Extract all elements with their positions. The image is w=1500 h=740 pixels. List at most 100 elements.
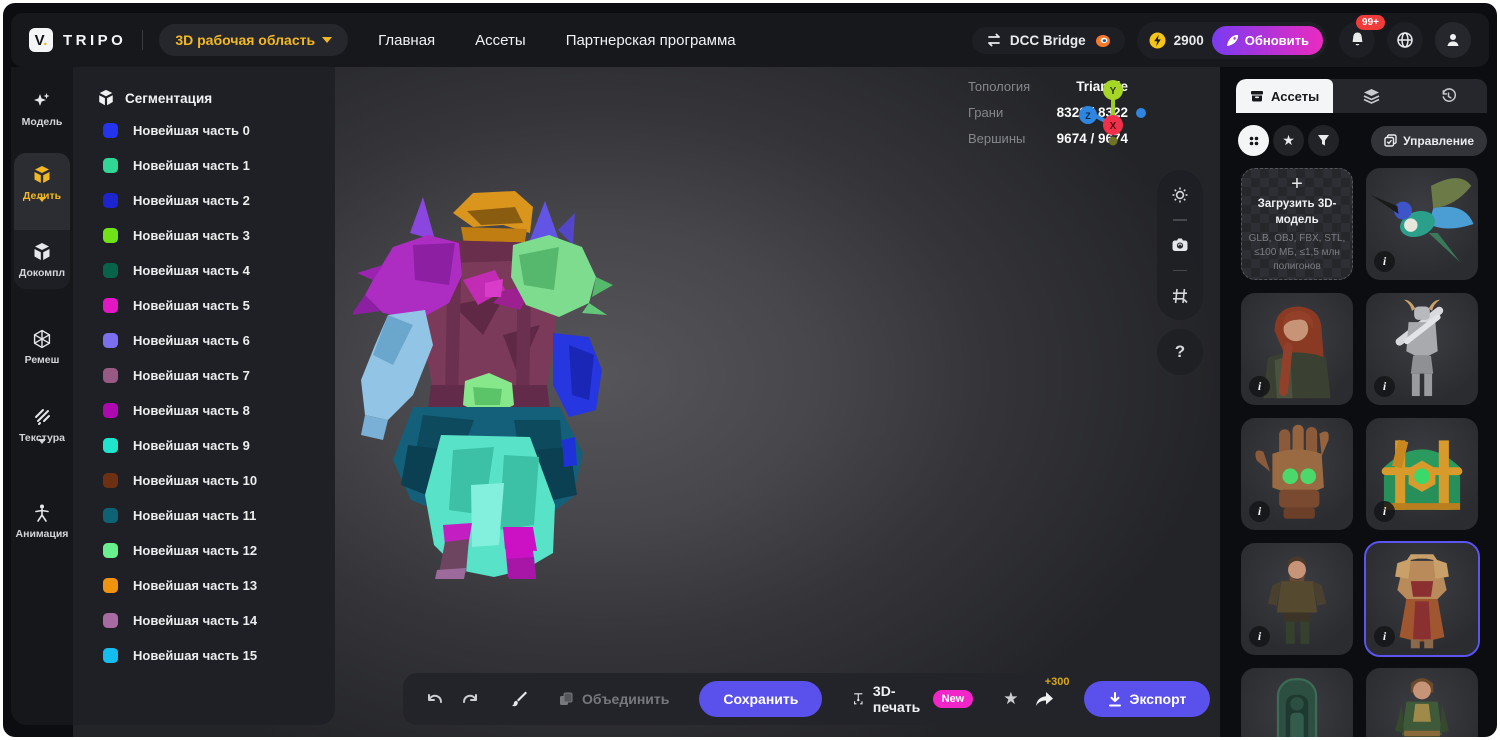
segment-label: Новейшая часть 0 xyxy=(133,123,250,138)
credits-pill[interactable]: 2900 Обновить xyxy=(1137,22,1327,59)
dcc-bridge-label: DCC Bridge xyxy=(1010,33,1086,48)
segment-color-swatch xyxy=(103,123,118,138)
rocket-icon xyxy=(1226,34,1239,47)
dcc-bridge-button[interactable]: DCC Bridge xyxy=(972,27,1125,54)
3d-printer-icon xyxy=(852,690,865,708)
toolbar-divider xyxy=(1173,219,1187,221)
favorites-filter-button[interactable]: ★ xyxy=(1273,125,1304,156)
manage-button[interactable]: Управление xyxy=(1371,126,1487,156)
upgrade-button[interactable]: Обновить xyxy=(1212,26,1323,55)
asset-card-armor-set[interactable]: i xyxy=(1366,543,1478,655)
nav-item-assets[interactable]: Ассеты xyxy=(475,32,526,49)
segmented-armor-model[interactable] xyxy=(353,187,618,582)
segment-item[interactable]: Новейшая часть 3 xyxy=(73,218,335,253)
tab-assets[interactable]: Ассеты xyxy=(1236,79,1333,113)
segment-item[interactable]: Новейшая часть 5 xyxy=(73,288,335,323)
info-badge[interactable]: i xyxy=(1249,501,1270,522)
info-badge[interactable]: i xyxy=(1249,376,1270,397)
tripo-app: Топология Triangle Грани 8322 / 8322 Вер… xyxy=(3,3,1497,737)
filter-button[interactable] xyxy=(1308,125,1339,156)
gizmo-x-label: X xyxy=(1110,121,1117,132)
segment-item[interactable]: Новейшая часть 2 xyxy=(73,183,335,218)
undo-icon[interactable] xyxy=(425,690,445,708)
sidebar-item-remesh[interactable]: Ремеш xyxy=(11,329,73,366)
merge-icon xyxy=(558,691,574,707)
segment-item[interactable]: Новейшая часть 0 xyxy=(73,113,335,148)
nav-item-home[interactable]: Главная xyxy=(378,32,435,49)
tab-history[interactable] xyxy=(1410,79,1487,113)
environment-light-icon[interactable] xyxy=(1171,186,1189,204)
elf-warrior-thumbnail xyxy=(1366,668,1478,737)
asset-card-knight[interactable]: i xyxy=(1366,293,1478,405)
blender-icon xyxy=(1094,33,1111,48)
stat-label: Вершины xyxy=(968,131,1025,146)
3d-print-button[interactable]: 3D-печать New xyxy=(852,683,973,715)
segment-item[interactable]: Новейшая часть 12 xyxy=(73,533,335,568)
merge-button[interactable]: Объединить xyxy=(558,691,669,707)
sidebar-item-segment[interactable]: Делить xyxy=(14,153,70,230)
language-globe-button[interactable] xyxy=(1387,22,1423,58)
asset-card-elf-archer[interactable]: i xyxy=(1241,293,1353,405)
swap-arrows-icon xyxy=(986,33,1002,47)
asset-card-gauntlet[interactable]: i xyxy=(1241,418,1353,530)
workspace-selector[interactable]: 3D рабочая область xyxy=(159,24,348,56)
share-button[interactable]: +300 xyxy=(1034,691,1054,708)
segment-item[interactable]: Новейшая часть 4 xyxy=(73,253,335,288)
export-button[interactable]: Экспорт xyxy=(1084,681,1211,717)
asset-card-bronze-statue[interactable]: i xyxy=(1241,668,1353,737)
segment-item[interactable]: Новейшая часть 11 xyxy=(73,498,335,533)
asset-card-elf-warrior[interactable]: i xyxy=(1366,668,1478,737)
sidebar-item-model[interactable]: Модель xyxy=(11,91,73,128)
segment-color-swatch xyxy=(103,543,118,558)
info-badge[interactable]: i xyxy=(1374,376,1395,397)
help-button[interactable]: ? xyxy=(1157,329,1203,375)
asset-card-dwarf-warrior[interactable]: i xyxy=(1241,543,1353,655)
segment-item[interactable]: Новейшая часть 7 xyxy=(73,358,335,393)
tab-layers[interactable] xyxy=(1333,79,1410,113)
segment-item[interactable]: Новейшая часть 9 xyxy=(73,428,335,463)
save-button[interactable]: Сохранить xyxy=(699,681,822,717)
asset-card-treasure-chest[interactable]: i xyxy=(1366,418,1478,530)
upload-model-card[interactable]: + Загрузить 3D-модель GLB, OBJ, FBX, STL… xyxy=(1241,168,1353,280)
cube-icon xyxy=(32,242,52,262)
segment-item[interactable]: Новейшая часть 6 xyxy=(73,323,335,358)
redo-icon[interactable] xyxy=(460,690,480,708)
segment-item[interactable]: Новейшая часть 14 xyxy=(73,603,335,638)
tripo-logo-icon: V. xyxy=(29,28,53,52)
segment-item[interactable]: Новейшая часть 1 xyxy=(73,148,335,183)
tripo-logo[interactable]: V. TRIPO xyxy=(29,28,126,52)
globe-icon xyxy=(1396,31,1414,49)
info-badge[interactable]: i xyxy=(1374,626,1395,647)
info-badge[interactable]: i xyxy=(1249,626,1270,647)
info-badge[interactable]: i xyxy=(1374,501,1395,522)
sidebar-item-texture[interactable]: Текстура xyxy=(11,407,73,462)
manage-icon xyxy=(1384,134,1397,147)
sidebar-item-animation[interactable]: Анимация xyxy=(11,503,73,540)
camera-icon[interactable] xyxy=(1171,236,1189,254)
nav-item-affiliate[interactable]: Партнерская программа xyxy=(566,32,736,49)
segment-label: Новейшая часть 8 xyxy=(133,403,250,418)
header-actions: DCC Bridge 2900 xyxy=(972,22,1471,59)
stat-label: Грани xyxy=(968,105,1003,120)
chevron-down-icon xyxy=(38,197,46,219)
segmentation-panel: Сегментация Новейшая часть 0 Новейшая ча… xyxy=(73,67,335,725)
axis-gizmo[interactable]: Y Z X xyxy=(1078,75,1158,155)
grid-view-button[interactable] xyxy=(1238,125,1269,156)
info-badge[interactable]: i xyxy=(1374,251,1395,272)
segment-item[interactable]: Новейшая часть 10 xyxy=(73,463,335,498)
user-avatar[interactable] xyxy=(1435,22,1471,58)
notifications-button[interactable]: 99+ xyxy=(1339,22,1375,58)
segment-item[interactable]: Новейшая часть 13 xyxy=(73,568,335,603)
chevron-down-icon xyxy=(322,37,332,43)
favorite-star-icon[interactable]: ★ xyxy=(1003,689,1018,709)
segment-item[interactable]: Новейшая часть 8 xyxy=(73,393,335,428)
sidebar-item-decompose[interactable]: Докомпл xyxy=(14,230,70,289)
asset-card-hummingbird[interactable]: i xyxy=(1366,168,1478,280)
action-toolbar: Объединить Сохранить 3D-печать New ★ +30… xyxy=(403,673,1161,725)
brush-icon[interactable] xyxy=(510,690,528,708)
top-navigation-bar: V. TRIPO 3D рабочая область Главная Ассе… xyxy=(11,13,1489,67)
sidebar-item-label: Докомпл xyxy=(14,267,70,279)
grid-icon[interactable] xyxy=(1171,287,1189,305)
segment-color-swatch xyxy=(103,228,118,243)
segment-item[interactable]: Новейшая часть 15 xyxy=(73,638,335,673)
